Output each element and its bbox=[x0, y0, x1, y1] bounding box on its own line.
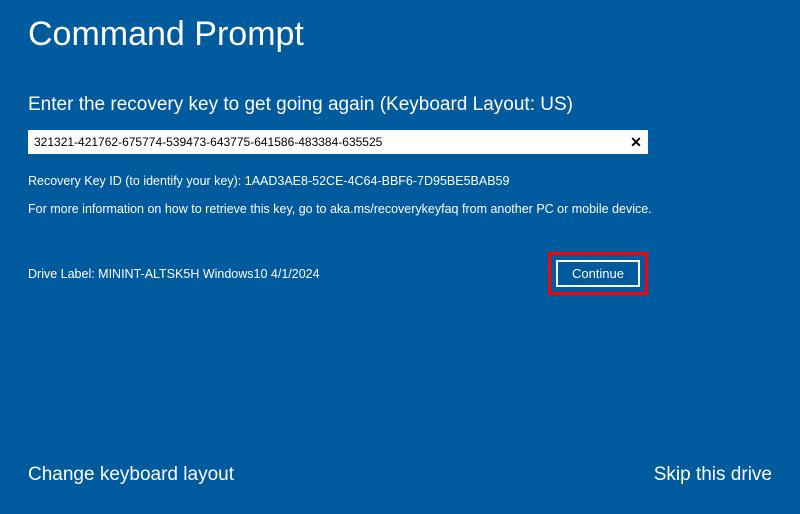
more-info-text: For more information on how to retrieve … bbox=[28, 202, 772, 216]
continue-highlight: Continue bbox=[548, 252, 648, 295]
change-keyboard-layout-link[interactable]: Change keyboard layout bbox=[28, 464, 234, 486]
clear-input-button[interactable]: ✕ bbox=[624, 130, 648, 154]
recovery-key-id-text: Recovery Key ID (to identify your key): … bbox=[28, 174, 772, 188]
close-icon: ✕ bbox=[630, 135, 642, 149]
instruction-text: Enter the recovery key to get going agai… bbox=[28, 94, 772, 116]
drive-label-text: Drive Label: MININT-ALTSK5H Windows10 4/… bbox=[28, 267, 320, 281]
recovery-key-input[interactable] bbox=[28, 130, 624, 154]
recovery-input-row: ✕ bbox=[28, 130, 648, 154]
skip-this-drive-link[interactable]: Skip this drive bbox=[654, 464, 772, 486]
continue-button[interactable]: Continue bbox=[556, 260, 640, 287]
page-title: Command Prompt bbox=[28, 15, 772, 54]
